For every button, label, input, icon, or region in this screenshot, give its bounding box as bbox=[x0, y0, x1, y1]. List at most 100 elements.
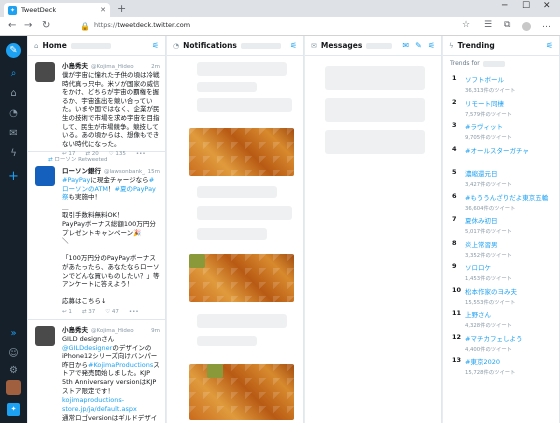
trending-icon[interactable]: ϟ bbox=[6, 146, 21, 161]
author-handle[interactable]: @Kojima_Hideo bbox=[91, 64, 134, 70]
trend-name[interactable]: 夏休み初日 bbox=[465, 215, 553, 225]
author-handle[interactable]: @Kojima_Hideo bbox=[91, 328, 134, 334]
minimize-icon[interactable]: ─ bbox=[502, 1, 507, 11]
tweet-link[interactable]: kojimaproductions-store.jp/ja/default.as… bbox=[62, 396, 160, 413]
trend-name[interactable]: #マチカフェしよう bbox=[465, 333, 553, 343]
trend-item[interactable]: 9 ソロロケ 1,453件のツイート bbox=[443, 259, 559, 283]
reload-icon[interactable]: ↻ bbox=[42, 20, 50, 31]
favorites-icon[interactable]: ☰ bbox=[484, 20, 492, 30]
avatar[interactable] bbox=[35, 166, 55, 186]
new-tweet-icon[interactable]: ✎ bbox=[6, 43, 21, 58]
tweet[interactable]: 小島秀夫 @Kojima_Hideo 9m GILD designさん@GILD… bbox=[28, 320, 165, 423]
column-title: Notifications bbox=[183, 41, 237, 50]
trend-name[interactable]: #ラヴィット bbox=[465, 121, 553, 131]
trend-name[interactable]: 松本作家のヨみ夫 bbox=[465, 286, 553, 296]
author-name[interactable]: 小島秀夫 bbox=[62, 60, 88, 70]
author-handle[interactable]: @lawsonbank_jp bbox=[104, 169, 145, 175]
search-icon[interactable]: ⌕ bbox=[6, 66, 21, 81]
profile-icon[interactable] bbox=[522, 22, 531, 31]
more-icon[interactable]: … bbox=[542, 20, 551, 30]
close-tab-icon[interactable]: ✕ bbox=[100, 6, 106, 14]
reply-button[interactable]: ↩ 1 bbox=[62, 309, 72, 315]
retweet-button[interactable]: ⇄ 37 bbox=[82, 309, 95, 315]
trend-item[interactable]: 4 #オールスターガチャ bbox=[443, 142, 559, 166]
trend-rank: 2 bbox=[452, 97, 457, 106]
browser-tab-bar: ✦ TweetDeck ✕ + ─ ☐ ✕ bbox=[0, 0, 560, 17]
trend-item[interactable]: 1 ソフトボール 36,313件のツイート bbox=[443, 71, 559, 95]
collections-icon[interactable]: ⧉ bbox=[504, 20, 510, 30]
trend-rank: 11 bbox=[452, 309, 462, 317]
tweet[interactable]: ⇄ ローソン Retweeted ローソン銀行 @lawsonbank_jp 1… bbox=[28, 152, 165, 320]
accounts-icon[interactable]: ☺ bbox=[6, 346, 21, 361]
trend-item[interactable]: 7 夏休み初日 5,017件のツイート bbox=[443, 212, 559, 236]
expand-icon[interactable]: » bbox=[6, 326, 21, 341]
maximize-icon[interactable]: ☐ bbox=[522, 1, 530, 11]
tweet-time[interactable]: 2m bbox=[151, 64, 160, 70]
trend-tweet-count: 7,579件のツイート bbox=[465, 111, 512, 118]
trend-name[interactable]: #オールスターガチャ bbox=[465, 145, 553, 155]
trend-name[interactable]: 濃縮還元日 bbox=[465, 168, 553, 178]
address-bar: ← → ↻ 🔒 https://tweetdeck.twitter.com ☆ … bbox=[0, 17, 560, 36]
messages-icon[interactable]: ✉ bbox=[6, 126, 21, 141]
trend-item[interactable]: 13 #東京2020 15,728件のツイート bbox=[443, 353, 559, 377]
more-icon[interactable]: ••• bbox=[129, 309, 139, 315]
image-thumbnail[interactable] bbox=[189, 364, 294, 420]
trend-name[interactable]: #東京2020 bbox=[465, 356, 553, 366]
trends-location[interactable]: Trends for bbox=[443, 56, 559, 71]
avatar[interactable] bbox=[35, 326, 55, 346]
new-message-icon[interactable]: ✉ bbox=[402, 41, 409, 50]
trend-name[interactable]: リモート同棲 bbox=[465, 98, 553, 108]
column-options-icon[interactable]: ⚟ bbox=[152, 41, 159, 50]
column-options-icon[interactable]: ⚟ bbox=[428, 41, 435, 50]
trend-name[interactable]: 炎上常習男 bbox=[465, 239, 553, 249]
avatar[interactable] bbox=[35, 62, 55, 82]
tweet-time[interactable]: 15m bbox=[148, 169, 160, 175]
trend-name[interactable]: 上野さん bbox=[465, 309, 553, 319]
back-icon[interactable]: ← bbox=[8, 20, 16, 31]
lock-icon: 🔒 bbox=[80, 22, 90, 31]
trend-item[interactable]: 5 濃縮還元日 3,427件のツイート bbox=[443, 165, 559, 189]
trend-rank: 9 bbox=[452, 262, 457, 270]
like-button[interactable]: ♡ 47 bbox=[105, 309, 119, 315]
hashtag-link[interactable]: #KojimaProductions bbox=[88, 361, 153, 369]
star-icon[interactable]: ☆ bbox=[462, 20, 470, 30]
compose-icon[interactable]: ✎ bbox=[415, 41, 422, 50]
forward-icon[interactable]: → bbox=[24, 20, 32, 31]
home-icon[interactable]: ⌂ bbox=[6, 86, 21, 101]
hashtag-link[interactable]: #PayPay bbox=[62, 176, 90, 184]
trend-name[interactable]: ソロロケ bbox=[465, 262, 553, 272]
tweet-text: ＿ 取引手数料無料OK！ PayPayボーナス総額100万円分プレゼントキャンペ… bbox=[62, 202, 160, 306]
image-thumbnail[interactable] bbox=[189, 128, 294, 176]
trend-item[interactable]: 6 #もううんざりだよ東京五輪 36,604件のツイート bbox=[443, 189, 559, 213]
add-column-icon[interactable]: + bbox=[6, 169, 21, 184]
trend-item[interactable]: 2 リモート同棲 7,579件のツイート bbox=[443, 95, 559, 119]
trend-item[interactable]: 8 炎上常習男 3,352件のツイート bbox=[443, 236, 559, 260]
column-options-icon[interactable]: ⚟ bbox=[290, 41, 297, 50]
avatar[interactable] bbox=[6, 380, 21, 395]
trend-item[interactable]: 11 上野さん 4,328件のツイート bbox=[443, 306, 559, 330]
url-field[interactable]: https://tweetdeck.twitter.com bbox=[94, 21, 190, 29]
settings-icon[interactable]: ⚙ bbox=[6, 363, 21, 378]
trend-name[interactable]: #もううんざりだよ東京五輪 bbox=[465, 192, 553, 202]
trend-tweet-count: 36,604件のツイート bbox=[465, 205, 516, 212]
column-options-icon[interactable]: ⚟ bbox=[546, 41, 553, 50]
tweet[interactable]: 小島秀夫 @Kojima_Hideo 2m 僕が宇宙に憧れた子供の頃は冷戦時代真… bbox=[28, 56, 165, 157]
mention-link[interactable]: @GILDdesigner bbox=[62, 344, 112, 352]
notifications-column-header: ◔ Notifications ⚟ bbox=[167, 36, 303, 56]
home-column: ⌂ Home ⚟ 小島秀夫 @Kojima_Hideo 2m 僕が宇宙に憧れた子… bbox=[28, 36, 166, 423]
new-tab-icon[interactable]: + bbox=[117, 2, 126, 15]
notifications-icon[interactable]: ◔ bbox=[6, 106, 21, 121]
location-blurred bbox=[482, 60, 505, 67]
close-window-icon[interactable]: ✕ bbox=[543, 1, 551, 11]
trend-item[interactable]: 10 松本作家のヨみ夫 15,553件のツイート bbox=[443, 283, 559, 307]
browser-tab[interactable]: ✦ TweetDeck ✕ bbox=[4, 3, 110, 17]
trend-name[interactable]: ソフトボール bbox=[465, 74, 553, 84]
trend-item[interactable]: 3 #ラヴィット 9,705件のツイート bbox=[443, 118, 559, 142]
trend-tweet-count: 4,400件のツイート bbox=[465, 346, 512, 353]
tweet-time[interactable]: 9m bbox=[151, 328, 160, 334]
author-name[interactable]: ローソン銀行 bbox=[62, 165, 101, 175]
author-name[interactable]: 小島秀夫 bbox=[62, 324, 88, 334]
trend-rank: 1 bbox=[452, 74, 457, 82]
trend-item[interactable]: 12 #マチカフェしよう 4,400件のツイート bbox=[443, 330, 559, 354]
trend-tweet-count: 36,313件のツイート bbox=[465, 88, 516, 94]
